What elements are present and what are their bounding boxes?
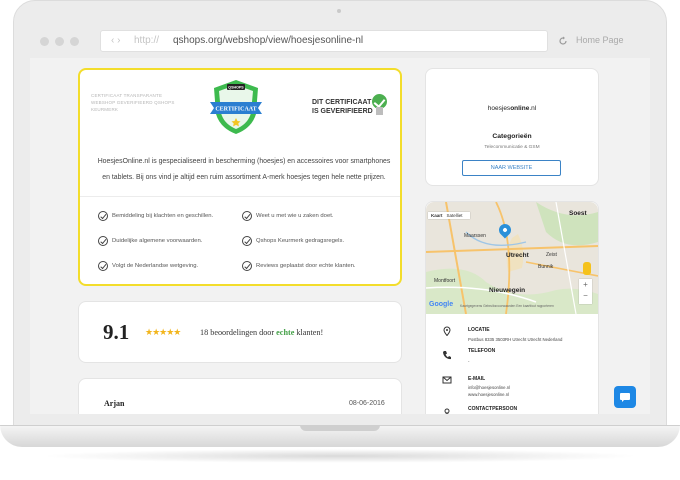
url-text[interactable]: qshops.org/webshop/view/hoesjesonline-nl <box>173 31 363 51</box>
web-page: CERTIFICAAT TRANSPARANTE WEBSHOP GEVERIF… <box>30 58 650 414</box>
map-label: Utrecht <box>506 252 529 259</box>
map-label: Zeist <box>546 252 557 258</box>
rating-stars-icon: ★★★★★ <box>145 327 181 337</box>
bullet-item: Qshops Keurmerk gedragsregels. <box>242 236 344 246</box>
bullet-item: Volgt de Nederlandse wetgeving. <box>98 261 198 271</box>
map[interactable]: Kaart Satelliet Soest Maarssen Utrecht Ze… <box>426 202 598 314</box>
tab-satellite[interactable]: Satelliet <box>447 213 463 218</box>
certificate-small-text: CERTIFICAAT TRANSPARANTE WEBSHOP GEVERIF… <box>91 93 175 112</box>
badge-label-text: CERTIFICAAT <box>215 107 256 113</box>
chat-icon[interactable] <box>614 386 636 408</box>
certificate-badge-icon: QSHOPS CERTIFICAAT <box>210 80 262 134</box>
window-minimize-dot[interactable] <box>55 37 64 46</box>
bullet-item: Reviews geplaatst door echte klanten. <box>242 261 356 271</box>
window-close-dot[interactable] <box>40 37 49 46</box>
check-circle-icon <box>242 261 252 271</box>
map-label: Soest <box>569 210 587 217</box>
map-type-tabs[interactable]: Kaart Satelliet <box>428 212 470 219</box>
zoom-out-icon[interactable]: − <box>579 290 592 301</box>
zoom-in-icon[interactable]: + <box>579 279 592 290</box>
map-label: Maarssen <box>464 233 486 239</box>
reviewer-name: Arjan <box>104 399 125 408</box>
envelope-icon <box>442 376 452 384</box>
map-zoom-control[interactable]: + − <box>579 279 592 304</box>
bullet-item: Weet u met wie u zaken doet. <box>242 211 334 221</box>
person-icon <box>444 408 450 414</box>
phone-icon <box>443 351 451 360</box>
categories-title: Categorieën <box>492 133 532 140</box>
website-button[interactable]: NAAR WEBSITE <box>462 160 561 176</box>
google-logo: Google <box>429 301 454 308</box>
rating-card: 9.1 ★★★★★ 18 beoordelingen door echte kl… <box>78 301 402 363</box>
check-circle-icon <box>242 236 252 246</box>
map-footer[interactable]: Kaartgegevens Gebruiksvoorwaarden Een ka… <box>460 304 554 308</box>
ribbon-icon <box>376 107 383 115</box>
contact-card: Kaart Satelliet Soest Maarssen Utrecht Ze… <box>425 201 599 414</box>
reload-icon[interactable] <box>558 36 568 46</box>
badge-brand-text: QSHOPS <box>228 86 244 90</box>
check-circle-icon <box>98 236 108 246</box>
review-date: 08-06-2016 <box>349 400 385 407</box>
rating-score: 9.1 <box>103 320 130 344</box>
bullet-item: Duidelijke algemene voorwaarden. <box>98 236 202 246</box>
certificate-card: CERTIFICAAT TRANSPARANTE WEBSHOP GEVERIF… <box>78 68 402 286</box>
categories-value[interactable]: Telecommunicatie & GSM <box>426 145 598 150</box>
address-bar[interactable]: ‹ › http:// qshops.org/webshop/view/hoes… <box>100 30 548 52</box>
tab-map[interactable]: Kaart <box>431 213 443 218</box>
street-view-icon[interactable] <box>583 262 591 275</box>
map-label: Nieuwegein <box>489 287 526 294</box>
bullet-item: Bemiddeling bij klachten en geschillen. <box>98 211 213 221</box>
map-label: Bunnik <box>538 264 554 270</box>
browser-toolbar: ‹ › http:// qshops.org/webshop/view/hoes… <box>30 26 650 58</box>
home-page-link[interactable]: Home Page <box>576 35 624 45</box>
laptop-shadow <box>40 449 640 463</box>
rating-summary: 18 beoordelingen door echte klanten! <box>200 328 324 337</box>
certificate-description: HoesjesOnline.nl is gespecialiseerd in b… <box>97 158 391 181</box>
divider <box>80 196 400 197</box>
check-circle-icon <box>242 211 252 221</box>
verified-text: DIT CERTIFICAAT IS GEVERIFIEERD <box>312 99 373 115</box>
check-circle-icon <box>98 211 108 221</box>
location-pin-icon <box>443 326 451 336</box>
review-card: Arjan 08-06-2016 <box>78 378 402 414</box>
laptop-notch <box>300 425 380 431</box>
camera <box>337 9 341 13</box>
url-protocol: http:// <box>134 35 160 46</box>
check-circle-icon <box>98 261 108 271</box>
shop-info-card: hoesjesonline.nl Categorieën Telecommuni… <box>425 68 599 186</box>
window-maximize-dot[interactable] <box>70 37 79 46</box>
shop-logo: hoesjesonline.nl <box>487 105 537 112</box>
back-forward-icon[interactable]: ‹ › <box>111 31 120 51</box>
map-label: Montfoort <box>434 278 456 284</box>
